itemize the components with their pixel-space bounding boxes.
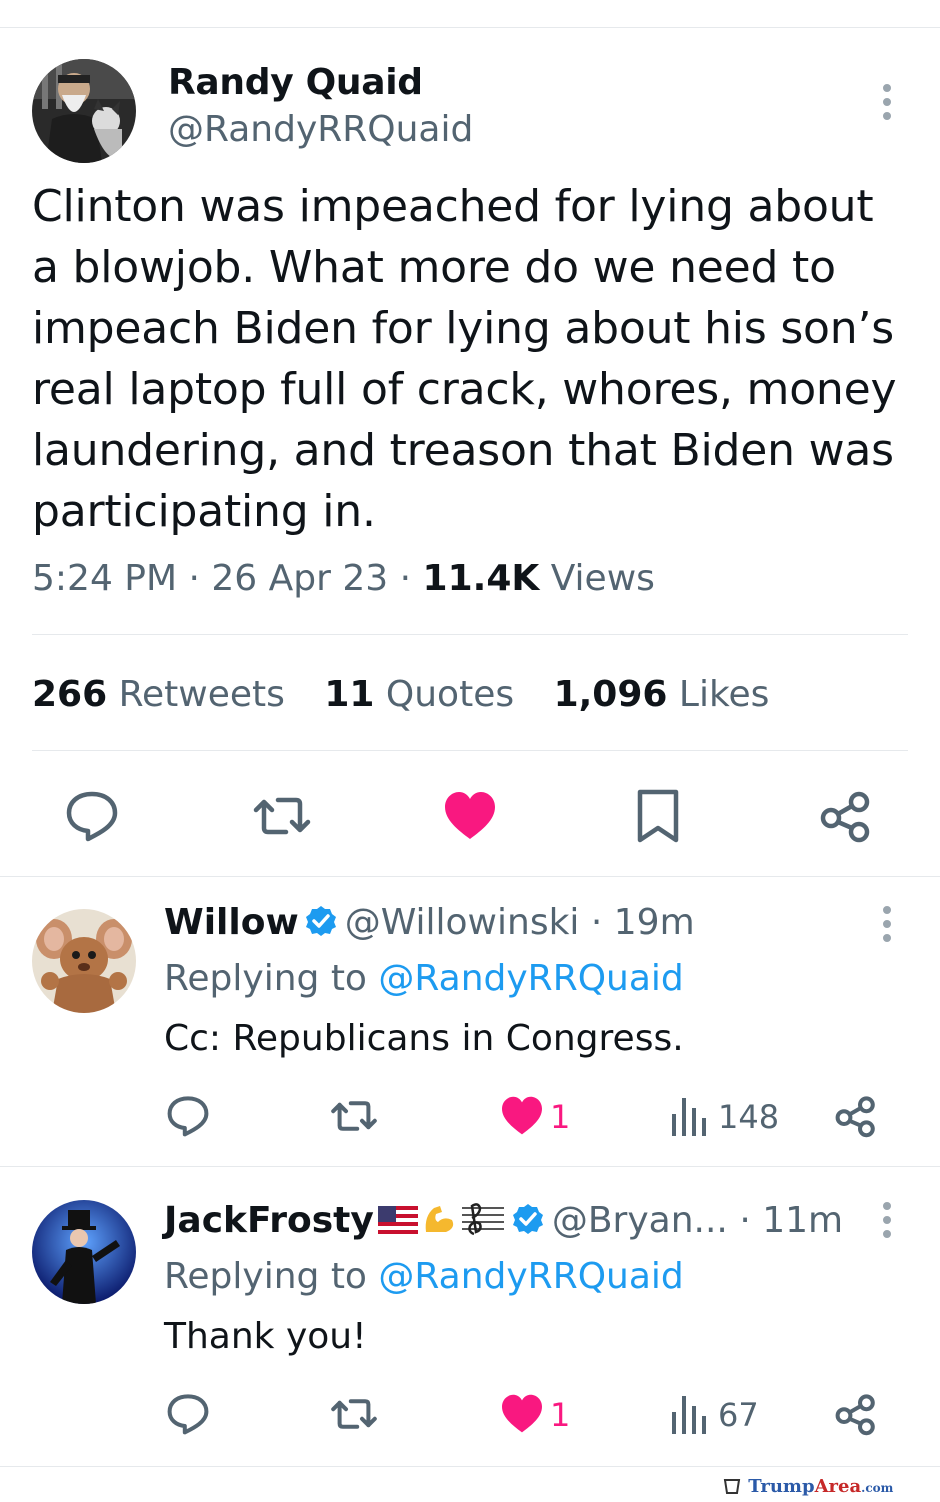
share-button[interactable] (832, 1092, 880, 1140)
watermark-text-2: Area (814, 1476, 862, 1497)
retweet-button[interactable] (252, 786, 312, 846)
reply-icon (167, 1096, 209, 1137)
likes-count: 1,096 (553, 674, 668, 715)
bookmark-button[interactable] (628, 786, 688, 846)
reply-avatar[interactable] (32, 909, 136, 1013)
reply-avatar[interactable] (32, 1200, 136, 1304)
musical-score-icon (461, 1203, 504, 1236)
reply-views-count: 148 (718, 1098, 780, 1136)
tweet-text: Clinton was impeached for lying about a … (32, 181, 897, 537)
meta-separator: · (188, 558, 212, 599)
reply-author-handle[interactable]: @Bryan... (552, 1200, 728, 1241)
replying-to-prefix: Replying to (164, 958, 367, 999)
like-icon-filled (445, 792, 495, 839)
views-button[interactable] (670, 1390, 718, 1438)
tweet-time[interactable]: 5:24 PM (32, 558, 177, 599)
like-button[interactable] (498, 1092, 546, 1140)
like-button[interactable] (498, 1390, 546, 1438)
retweet-button[interactable] (330, 1092, 378, 1140)
engagement-stats: 266 Retweets 11 Quotes 1,096 Likes (32, 674, 797, 715)
views-label: Views (550, 558, 655, 599)
verified-badge-icon (305, 906, 336, 936)
more-options-icon[interactable] (872, 1200, 902, 1240)
tweet-meta: 5:24 PM · 26 Apr 23 · 11.4K Views (32, 558, 655, 599)
reply-header: Willow @Willowinski · 19m (164, 902, 695, 943)
top-divider (0, 27, 940, 28)
retweets-label: Retweets (118, 674, 285, 715)
replying-to: Replying to @RandyRRQuaid (164, 958, 684, 999)
like-button[interactable] (440, 786, 500, 846)
replying-to: Replying to @RandyRRQuaid (164, 1256, 684, 1297)
author-name[interactable]: Randy Quaid (168, 62, 423, 103)
reply-text: Thank you! (164, 1316, 367, 1357)
replying-to-link[interactable]: @RandyRRQuaid (378, 958, 683, 999)
quotes-count: 11 (324, 674, 375, 715)
divider (0, 1166, 940, 1167)
reply-author-name[interactable]: Willow (164, 902, 299, 943)
reply-likes-count: 1 (550, 1396, 571, 1434)
meta-separator: · (727, 1200, 763, 1241)
reply-time[interactable]: 11m (762, 1200, 843, 1241)
reply-likes-count: 1 (550, 1098, 571, 1136)
likes-stat[interactable]: 1,096 Likes (554, 674, 770, 715)
author-handle[interactable]: @RandyRRQuaid (168, 109, 473, 150)
retweets-stat[interactable]: 266 Retweets (32, 674, 285, 715)
retweet-icon (331, 1399, 377, 1429)
likes-label: Likes (678, 674, 770, 715)
flexed-biceps-icon (425, 1206, 454, 1232)
retweet-button[interactable] (330, 1390, 378, 1438)
us-flag-icon (377, 1206, 418, 1236)
reply-views-count: 67 (718, 1396, 759, 1434)
tweet-date[interactable]: 26 Apr 23 (211, 558, 388, 599)
verified-badge-icon (512, 1204, 543, 1234)
replying-to-prefix: Replying to (164, 1256, 367, 1297)
reply-button[interactable] (164, 1390, 212, 1438)
watermark-text-3: .com (861, 1481, 894, 1495)
divider (0, 1466, 940, 1467)
reply-button[interactable] (62, 786, 122, 846)
share-icon (835, 1096, 875, 1138)
retweet-icon (331, 1101, 377, 1131)
reply-author-name[interactable]: JackFrosty (164, 1200, 374, 1241)
share-icon (835, 1394, 875, 1436)
reply-header: JackFrosty @Bryan... · 11m (164, 1200, 843, 1245)
quotes-stat[interactable]: 11 Quotes (324, 674, 514, 715)
share-button[interactable] (816, 786, 876, 846)
retweet-icon (253, 797, 311, 835)
meta-separator: · (579, 902, 614, 943)
watermark-logo-icon (723, 1479, 741, 1494)
share-button[interactable] (832, 1390, 880, 1438)
divider (0, 876, 940, 877)
views-count: 11.4K (422, 558, 540, 599)
reply-icon (66, 791, 118, 842)
emoji-muscle (422, 1202, 456, 1245)
divider (32, 750, 908, 751)
retweets-count: 266 (32, 674, 108, 715)
bookmark-icon (637, 789, 679, 843)
views-button[interactable] (670, 1092, 718, 1140)
like-icon-filled (502, 1096, 542, 1135)
watermark: TrumpArea.com (722, 1476, 893, 1497)
author-avatar[interactable] (32, 59, 136, 163)
reply-time[interactable]: 19m (614, 902, 695, 943)
divider (32, 634, 908, 635)
more-options-icon[interactable] (872, 82, 902, 122)
reply-text: Cc: Republicans in Congress. (164, 1018, 684, 1059)
more-options-icon[interactable] (872, 904, 902, 944)
quotes-label: Quotes (385, 674, 515, 715)
analytics-icon (672, 1396, 706, 1434)
reply-author-handle[interactable]: @Willowinski (345, 902, 580, 943)
reply-icon (167, 1394, 209, 1435)
meta-separator: · (399, 558, 423, 599)
share-icon (820, 791, 870, 843)
watermark-text-1: Trump (748, 1476, 815, 1497)
emoji-flags (377, 1204, 418, 1245)
reply-button[interactable] (164, 1092, 212, 1140)
replying-to-link[interactable]: @RandyRRQuaid (378, 1256, 683, 1297)
emoji-music (460, 1202, 506, 1245)
analytics-icon (672, 1098, 706, 1136)
like-icon-filled (502, 1394, 542, 1433)
